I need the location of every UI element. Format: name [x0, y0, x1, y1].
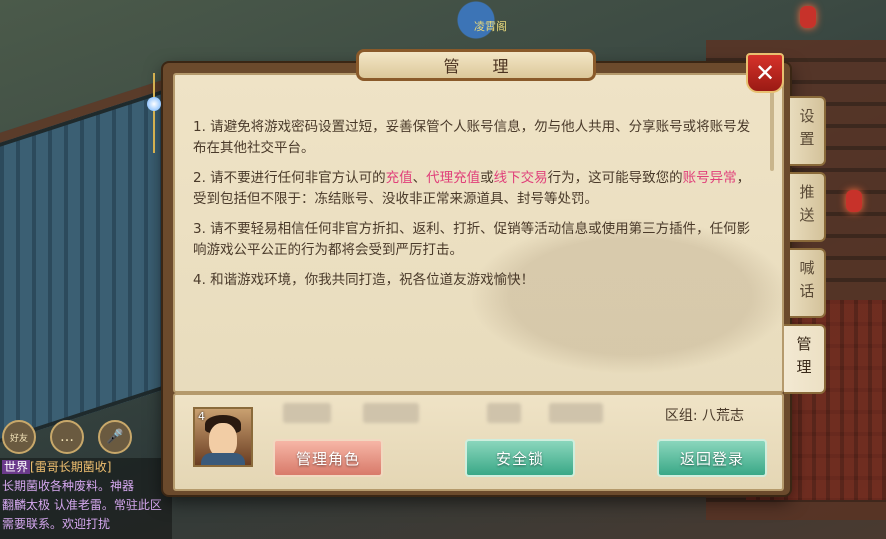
dialog-title: 管 理	[356, 49, 596, 81]
rule-item: 2. 请不要进行任何非官方认可的充值、代理充值或线下交易行为，这可能导致您的账号…	[193, 168, 753, 210]
notice-panel: 1. 请避免将游戏密码设置过短，妥善保管个人账号信息，勿与他人共用、分享账号或将…	[173, 73, 784, 393]
rule-item: 4. 和谐游戏环境，你我共同打造，祝各位道友游戏愉快！	[193, 270, 753, 291]
tab-manage[interactable]: 管理	[784, 324, 826, 394]
tassel-ornament	[147, 73, 161, 163]
character-level: 4	[198, 410, 205, 423]
close-button[interactable]: ✕	[746, 53, 784, 93]
chat-bubble-icon[interactable]: …	[50, 420, 84, 454]
rule-item: 1. 请避免将游戏密码设置过短，妥善保管个人账号信息，勿与他人共用、分享账号或将…	[193, 117, 753, 159]
rule-text: 2. 请不要进行任何非官方认可的	[193, 170, 386, 186]
rule-text: 1. 请避免将游戏密码设置过短，妥善保管个人账号信息，勿与他人共用、分享账号或将…	[193, 119, 751, 156]
rule-highlight-text: 代理充值	[426, 170, 481, 186]
masked-account-info	[487, 403, 521, 423]
rule-text: 3. 请不要轻易相信任何非官方折扣、返利、打折、促销等活动信息或使用第三方插件，…	[193, 221, 751, 258]
npc-name-label: 凌霄阁	[474, 20, 507, 33]
account-panel: 4 区组: 八荒志 管理角色 安全锁 返回登录	[173, 393, 784, 491]
manage-role-button[interactable]: 管理角色	[273, 439, 383, 477]
rules-list: 1. 请避免将游戏密码设置过短，妥善保管个人账号信息，勿与他人共用、分享账号或将…	[193, 117, 753, 300]
rule-item: 3. 请不要轻易相信任何非官方折扣、返利、打折、促销等活动信息或使用第三方插件，…	[193, 219, 753, 261]
masked-account-info	[283, 403, 331, 423]
tab-settings[interactable]: 设置	[790, 96, 826, 166]
chat-box[interactable]: 世界 [雷哥长期菌收] 长期菌收各种废料。神器 翻麟太极 认准老雷。常驻此区 需要…	[0, 458, 172, 539]
masked-account-info	[549, 403, 603, 423]
server-zone-label: 区组: 八荒志	[664, 408, 744, 424]
tab-shout[interactable]: 喊话	[790, 248, 826, 318]
security-lock-button[interactable]: 安全锁	[465, 439, 575, 477]
chat-channel-badge: 世界	[2, 460, 31, 474]
chat-line: 翻麟太极 认准老雷。常驻此区	[2, 498, 162, 512]
rule-highlight-text: 充值	[385, 170, 413, 186]
rule-text: 行为，这可能导致您的	[547, 170, 683, 186]
microphone-icon[interactable]: 🎤	[98, 420, 132, 454]
scrollbar[interactable]	[770, 91, 774, 171]
manage-dialog: 1. 请避免将游戏密码设置过短，妥善保管个人账号信息，勿与他人共用、分享账号或将…	[147, 49, 790, 495]
rule-text: 或	[480, 170, 494, 186]
rule-highlight-text: 线下交易	[493, 170, 548, 186]
friends-icon[interactable]: 好友	[2, 420, 36, 454]
character-avatar[interactable]: 4	[193, 407, 253, 467]
rule-text: 、	[412, 170, 427, 186]
lantern-icon	[800, 6, 816, 28]
lantern-icon	[846, 190, 862, 212]
close-icon: ✕	[754, 59, 776, 87]
masked-account-info	[363, 403, 419, 423]
rule-text: 4. 和谐游戏环境，你我共同打造，祝各位道友游戏愉快！	[193, 272, 535, 288]
chat-line: 世界 [雷哥长期菌收]	[2, 460, 112, 474]
back-to-login-button[interactable]: 返回登录	[657, 439, 767, 477]
chat-line: 需要联系。欢迎打扰	[2, 517, 111, 531]
chat-toolbar: 好友 … 🎤	[0, 420, 150, 460]
tab-push[interactable]: 推送	[790, 172, 826, 242]
chat-line: 长期菌收各种废料。神器	[2, 479, 135, 493]
rule-highlight-text: 账号异常	[682, 170, 737, 186]
